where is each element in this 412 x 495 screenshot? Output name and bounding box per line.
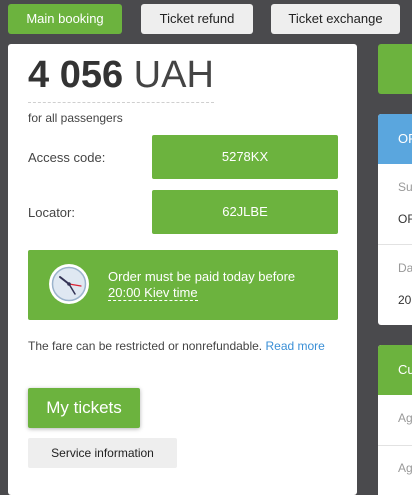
clock-icon — [49, 264, 89, 304]
order-panel-header: OR — [378, 114, 412, 164]
right-action-button[interactable] — [378, 44, 412, 94]
tab-ticket-refund[interactable]: Ticket refund — [141, 4, 253, 34]
locator-label: Locator: — [28, 205, 75, 220]
access-code-value: 5278KX — [152, 135, 338, 179]
my-tickets-button[interactable]: My tickets — [28, 388, 140, 428]
order-panel-label-1: Su — [398, 180, 412, 194]
tab-ticket-exchange[interactable]: Ticket exchange — [271, 4, 400, 34]
payment-deadline-notice: Order must be paid today before 20:00 Ki… — [28, 250, 338, 320]
notice-deadline: 20:00 Kiev time — [108, 285, 198, 301]
notice-prefix: Order must be paid today before — [108, 269, 296, 284]
booking-summary-card: 4 056 UAH for all passengers Access code… — [8, 44, 357, 495]
fare-restriction-note: The fare can be restricted or nonrefunda… — [28, 334, 328, 358]
service-information-button[interactable]: Service information — [28, 438, 177, 468]
customer-panel-header: Cu — [378, 345, 412, 395]
total-price: 4 056 UAH — [28, 54, 214, 103]
locator-value: 62JLBE — [152, 190, 338, 234]
order-details-panel: OR Su OR Da 20 — [378, 114, 412, 325]
customer-panel-label-1: Ag — [398, 411, 412, 425]
order-panel-value-1: OR — [398, 212, 412, 226]
read-more-link[interactable]: Read more — [265, 339, 324, 353]
customer-panel: Cu Ag Ag — [378, 345, 412, 495]
customer-panel-label-2: Ag — [398, 461, 412, 475]
price-note: for all passengers — [28, 111, 123, 125]
order-panel-value-2: 20 — [398, 293, 412, 307]
access-code-label: Access code: — [28, 150, 106, 165]
fare-text: The fare can be restricted or nonrefunda… — [28, 339, 266, 353]
customer-panel-divider — [378, 445, 412, 446]
order-panel-divider — [378, 244, 412, 245]
order-panel-label-2: Da — [398, 261, 412, 275]
price-amount: 4 056 — [28, 54, 124, 96]
payment-deadline-text: Order must be paid today before 20:00 Ki… — [108, 269, 323, 301]
tab-main-booking[interactable]: Main booking — [8, 4, 122, 34]
price-currency: UAH — [133, 54, 214, 96]
